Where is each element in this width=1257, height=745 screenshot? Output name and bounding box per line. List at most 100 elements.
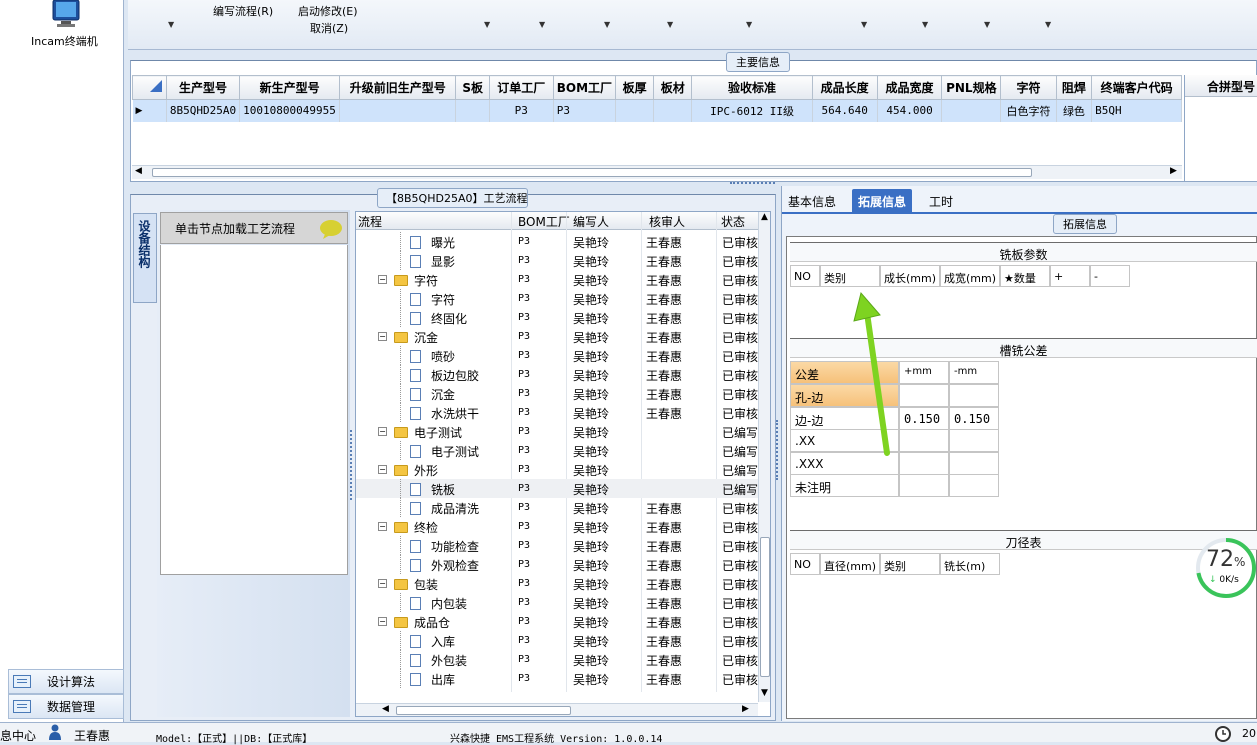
tree-row[interactable]: 成品清洗 P3 吴艳玲 王春惠 已审核 [356,498,760,517]
col-header[interactable]: 流程 [358,213,382,230]
collapse-toggle-icon[interactable]: − [378,522,387,531]
col-header[interactable]: 核审人 [649,213,685,230]
col-header[interactable]: BOM工厂 [552,75,617,100]
col-header[interactable]: S板 [455,75,490,100]
tree-row[interactable]: − 沉金 P3 吴艳玲 王春惠 已审核 [356,327,760,346]
col-header[interactable]: 生产型号 [165,75,241,100]
col-header[interactable]: 成品长度 [811,75,878,100]
dropdown-arrow-icon[interactable]: ▼ [984,20,990,29]
col-header[interactable]: 板材 [653,75,693,100]
scroll-down-icon[interactable]: ▼ [761,688,768,698]
scroll-up-icon[interactable]: ▲ [761,212,768,222]
tree-row[interactable]: 水洗烘干 P3 吴艳玲 王春惠 已审核 [356,403,760,422]
dropdown-arrow-icon[interactable]: ▼ [746,20,752,29]
tree-row[interactable]: 显影 P3 吴艳玲 王春惠 已审核 [356,251,760,270]
tree-row[interactable]: 电子测试 P3 吴艳玲 已编写 [356,441,760,460]
scroll-right-icon[interactable]: ▶ [742,704,749,714]
add-row-button[interactable]: + [1050,265,1090,287]
splitter-grip[interactable] [350,430,353,500]
nav-design-algorithm[interactable]: 设计算法 [8,669,124,694]
start-modify-button[interactable]: 启动修改(E) [298,3,358,19]
scroll-left-icon[interactable]: ◀ [135,166,142,176]
status-message-center[interactable]: 息中心 [0,727,36,744]
col-header[interactable]: 字符 [1000,75,1057,100]
tree-row[interactable]: 终固化 P3 吴艳玲 王春惠 已审核 [356,308,760,327]
tol-value[interactable] [949,384,999,407]
tree-row[interactable]: − 包装 P3 吴艳玲 王春惠 已审核 [356,574,760,593]
col-header[interactable]: 订单工厂 [488,75,554,100]
collapse-toggle-icon[interactable]: − [378,427,387,436]
terminal-label[interactable]: Incam终端机 [31,33,98,49]
tol-value[interactable] [899,429,949,452]
collapse-toggle-icon[interactable]: − [378,579,387,588]
splitter-grip[interactable] [776,420,779,480]
tol-value[interactable] [899,384,949,407]
write-flow-button[interactable]: 编写流程(R) [213,3,273,19]
tree-row[interactable]: 功能检查 P3 吴艳玲 王春惠 已审核 [356,536,760,555]
cell[interactable]: 454.000 [877,99,943,122]
splitter-grip-horizontal[interactable] [730,182,775,185]
cell[interactable]: 8B5QHD25A0 [166,99,241,122]
tree-row[interactable]: 铣板 P3 吴艳玲 已编写 [356,479,760,498]
cell[interactable] [339,99,457,122]
flow-vscroll[interactable]: ▲ ▼ [758,212,770,702]
col-header[interactable]: 阻焊 [1055,75,1093,100]
dropdown-arrow-icon[interactable]: ▼ [168,20,174,29]
tree-row[interactable]: − 成品仓 P3 吴艳玲 王春惠 已审核 [356,612,760,631]
tree-row[interactable]: 外观检查 P3 吴艳玲 王春惠 已审核 [356,555,760,574]
col-header[interactable]: 板厚 [615,75,655,100]
dropdown-arrow-icon[interactable]: ▼ [1045,20,1051,29]
tree-row[interactable]: − 终检 P3 吴艳玲 王春惠 已审核 [356,517,760,536]
collapse-toggle-icon[interactable]: − [378,465,387,474]
tree-row[interactable]: 喷砂 P3 吴艳玲 王春惠 已审核 [356,346,760,365]
cell[interactable] [455,99,490,122]
col-header[interactable]: 验收标准 [691,75,813,100]
col-header[interactable]: 新生产型号 [239,75,341,100]
tol-value[interactable] [899,474,949,497]
cell[interactable]: P3 [489,99,554,122]
cell[interactable] [615,99,655,122]
tol-value[interactable] [949,429,999,452]
cell[interactable]: 10010800049955 [239,99,341,122]
tab-work-hours[interactable]: 工时 [923,189,959,213]
tol-value[interactable]: 0.150 [949,406,999,430]
tree-row[interactable]: − 电子测试 P3 吴艳玲 已编写 [356,422,760,441]
col-header[interactable]: BOM工厂 [518,213,570,230]
cell[interactable]: 564.640 [812,99,878,122]
cell[interactable]: P3 [553,99,617,122]
dropdown-arrow-icon[interactable]: ▼ [604,20,610,29]
dropdown-arrow-icon[interactable]: ▼ [922,20,928,29]
cell[interactable]: 绿色 [1056,99,1093,122]
scroll-thumb[interactable] [152,168,1032,177]
col-header[interactable]: 终端客户代码 [1091,75,1182,100]
tree-row[interactable]: 入库 P3 吴艳玲 王春惠 已审核 [356,631,760,650]
tree-row[interactable]: 板边包胶 P3 吴艳玲 王春惠 已审核 [356,365,760,384]
tol-value[interactable] [949,451,999,475]
collapse-toggle-icon[interactable]: − [378,275,387,284]
scroll-thumb[interactable] [396,706,571,715]
cell[interactable] [653,99,693,122]
dropdown-arrow-icon[interactable]: ▼ [484,20,490,29]
tol-value[interactable] [899,451,949,475]
collapse-toggle-icon[interactable]: − [378,617,387,626]
tree-row[interactable]: 曝光 P3 吴艳玲 王春惠 已审核 [356,232,760,251]
col-header[interactable]: 状态 [721,213,745,230]
dropdown-arrow-icon[interactable]: ▼ [861,20,867,29]
tree-row[interactable]: 外包装 P3 吴艳玲 王春惠 已审核 [356,650,760,669]
tol-value[interactable]: 0.150 [899,406,949,430]
scroll-right-icon[interactable]: ▶ [1170,166,1177,176]
table-row[interactable]: ▶ 8B5QHD25A0 10010800049955 P3 P3 IPC-60… [132,99,1182,122]
dropdown-arrow-icon[interactable]: ▼ [667,20,673,29]
terminal-monitor-icon[interactable] [51,0,81,28]
network-speed-widget[interactable]: 72% ↓ 0K/s [1195,537,1257,601]
tab-extended-info[interactable]: 拓展信息 [852,189,913,213]
cell[interactable] [941,99,1002,122]
col-header[interactable]: 升级前旧生产型号 [339,75,457,100]
cancel-button[interactable]: 取消(Z) [310,20,348,36]
col-header[interactable]: PNL规格 [941,75,1002,100]
tree-row[interactable]: 沉金 P3 吴艳玲 王春惠 已审核 [356,384,760,403]
collapse-toggle-icon[interactable]: − [378,332,387,341]
col-header[interactable]: 成品宽度 [876,75,943,100]
tree-row[interactable]: − 字符 P3 吴艳玲 王春惠 已审核 [356,270,760,289]
tree-row[interactable]: 出库 P3 吴艳玲 王春惠 已审核 [356,669,760,688]
